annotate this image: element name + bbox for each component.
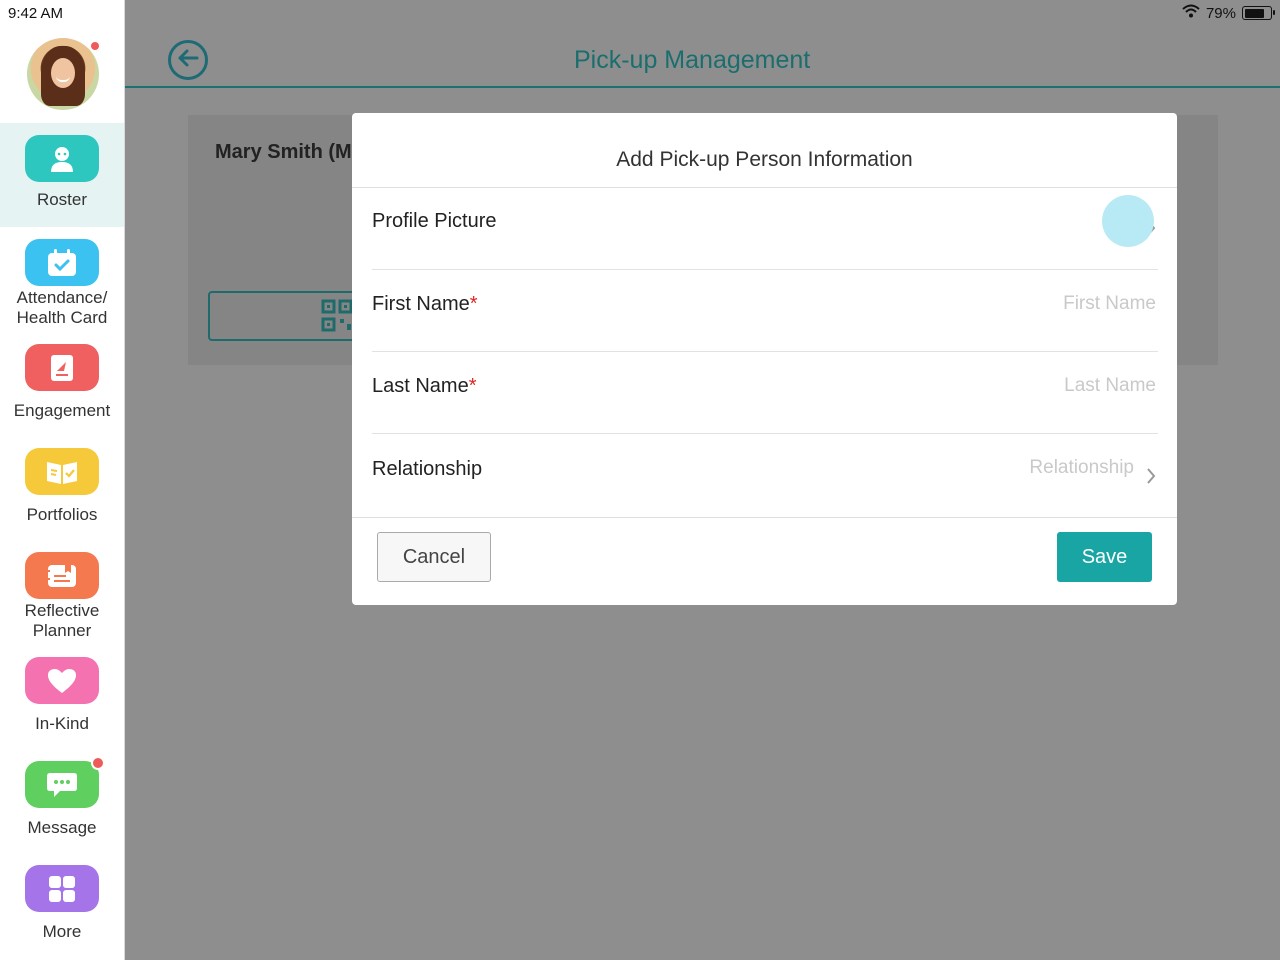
required-marker: *	[469, 293, 478, 315]
book-icon	[25, 344, 99, 391]
required-marker: *	[468, 375, 477, 397]
sidebar-item-in-kind[interactable]: In-Kind	[0, 657, 124, 734]
sidebar-item-label: Portfolios	[26, 505, 98, 524]
dialog-footer-divider	[352, 517, 1177, 518]
battery-percent: 79%	[1205, 4, 1236, 22]
sidebar-item-label: Reflective Planner	[24, 601, 100, 640]
cancel-button[interactable]: Cancel	[377, 532, 491, 582]
status-bar-right: 79%	[1182, 4, 1275, 22]
user-avatar[interactable]	[27, 38, 101, 110]
add-pickup-person-dialog: Add Pick-up Person Information Profile P…	[352, 113, 1177, 605]
status-time: 9:42 AM	[8, 5, 64, 22]
sidebar: 9:42 AM Roster Attendance/ Health Card E…	[0, 0, 124, 960]
first-name-row: First Name*	[372, 270, 1158, 352]
first-name-label: First Name*	[372, 293, 478, 315]
sidebar-divider	[124, 0, 125, 960]
save-button[interactable]: Save	[1057, 532, 1152, 582]
grid-icon	[25, 865, 99, 912]
sidebar-item-label: Roster	[36, 190, 88, 209]
arrow-left-icon	[177, 48, 199, 73]
heart-icon	[25, 657, 99, 704]
profile-picture-placeholder[interactable]	[1102, 195, 1154, 247]
open-book-icon	[25, 448, 99, 495]
header-divider	[125, 86, 1280, 88]
planner-icon	[25, 552, 99, 599]
last-name-input[interactable]	[936, 375, 1156, 397]
sidebar-item-label: Engagement	[13, 401, 111, 420]
profile-picture-label: Profile Picture	[372, 210, 497, 232]
sidebar-item-label: More	[42, 922, 82, 941]
sidebar-item-portfolios[interactable]: Portfolios	[0, 448, 124, 525]
person-icon	[25, 135, 99, 182]
notification-dot	[91, 756, 105, 770]
battery-icon	[1242, 6, 1275, 20]
sidebar-item-reflective-planner[interactable]: Reflective Planner	[0, 552, 124, 641]
sidebar-item-label: In-Kind	[35, 714, 89, 733]
last-name-row: Last Name*	[372, 352, 1158, 434]
page-title: Pick-up Management	[574, 46, 811, 74]
relationship-row[interactable]: Relationship Relationship	[372, 434, 1158, 516]
relationship-placeholder: Relationship	[1029, 457, 1134, 478]
dialog-title: Add Pick-up Person Information	[616, 148, 913, 171]
student-name: Mary Smith (M	[215, 141, 352, 163]
qr-code-icon	[320, 298, 354, 339]
sidebar-item-engagement[interactable]: Engagement	[0, 344, 124, 421]
profile-picture-row[interactable]: Profile Picture	[372, 188, 1158, 270]
notification-dot	[89, 40, 101, 52]
back-button[interactable]	[168, 40, 208, 80]
sidebar-item-label: Message	[27, 818, 97, 837]
first-name-input[interactable]	[936, 293, 1156, 315]
relationship-label: Relationship	[372, 458, 483, 480]
chat-icon	[25, 756, 105, 808]
sidebar-item-label: Attendance/ Health Card	[16, 288, 108, 327]
chevron-right-icon	[1146, 467, 1156, 490]
wifi-icon	[1182, 4, 1200, 22]
sidebar-item-more[interactable]: More	[0, 865, 124, 942]
sidebar-item-attendance[interactable]: Attendance/ Health Card	[0, 239, 124, 328]
calendar-check-icon	[25, 239, 99, 286]
last-name-label: Last Name*	[372, 375, 477, 397]
sidebar-item-message[interactable]: Message	[0, 756, 124, 838]
sidebar-item-roster[interactable]: Roster	[0, 123, 124, 227]
